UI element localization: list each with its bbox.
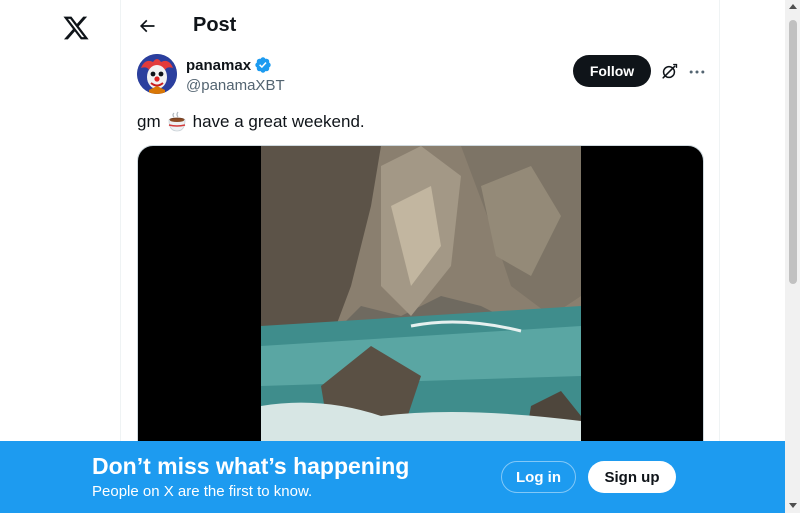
scroll-thumb[interactable]: [789, 20, 797, 284]
left-nav: [0, 0, 120, 513]
post-header: Post: [121, 0, 719, 53]
more-horizontal-icon[interactable]: [687, 62, 707, 82]
author-name-group: panamax: [186, 56, 272, 74]
post-video[interactable]: [137, 145, 704, 445]
post-text: gm have a great weekend.: [137, 110, 365, 134]
author-display-name[interactable]: panamax: [186, 57, 251, 74]
verified-badge-icon: [255, 57, 271, 73]
follow-button[interactable]: Follow: [573, 55, 651, 87]
main-column: Post panamax @panamaXBT Follow gm have a…: [120, 0, 720, 513]
post-author-row: panamax @panamaXBT Follow: [137, 54, 705, 98]
scroll-up-arrow-icon[interactable]: [789, 4, 797, 9]
login-button[interactable]: Log in: [501, 461, 576, 493]
avatar[interactable]: [137, 54, 177, 94]
scroll-down-arrow-icon[interactable]: [789, 503, 797, 508]
banner-title: Don’t miss what’s happening: [92, 453, 410, 479]
x-logo-icon[interactable]: [62, 14, 90, 42]
banner-subtitle: People on X are the first to know.: [92, 483, 313, 500]
post-text-start: gm: [137, 112, 161, 131]
hot-beverage-emoji-icon: [168, 111, 186, 132]
video-frame[interactable]: [261, 146, 581, 445]
author-handle[interactable]: @panamaXBT: [186, 77, 285, 94]
scrollbar[interactable]: [785, 0, 800, 513]
signup-banner: Don’t miss what’s happening People on X …: [0, 441, 785, 513]
avatar-clown-icon: [137, 54, 177, 94]
grok-icon[interactable]: [659, 62, 679, 82]
arrow-left-icon[interactable]: [137, 16, 157, 36]
post-text-end: have a great weekend.: [192, 112, 365, 131]
page-title: Post: [193, 14, 237, 36]
signup-button[interactable]: Sign up: [588, 461, 676, 493]
